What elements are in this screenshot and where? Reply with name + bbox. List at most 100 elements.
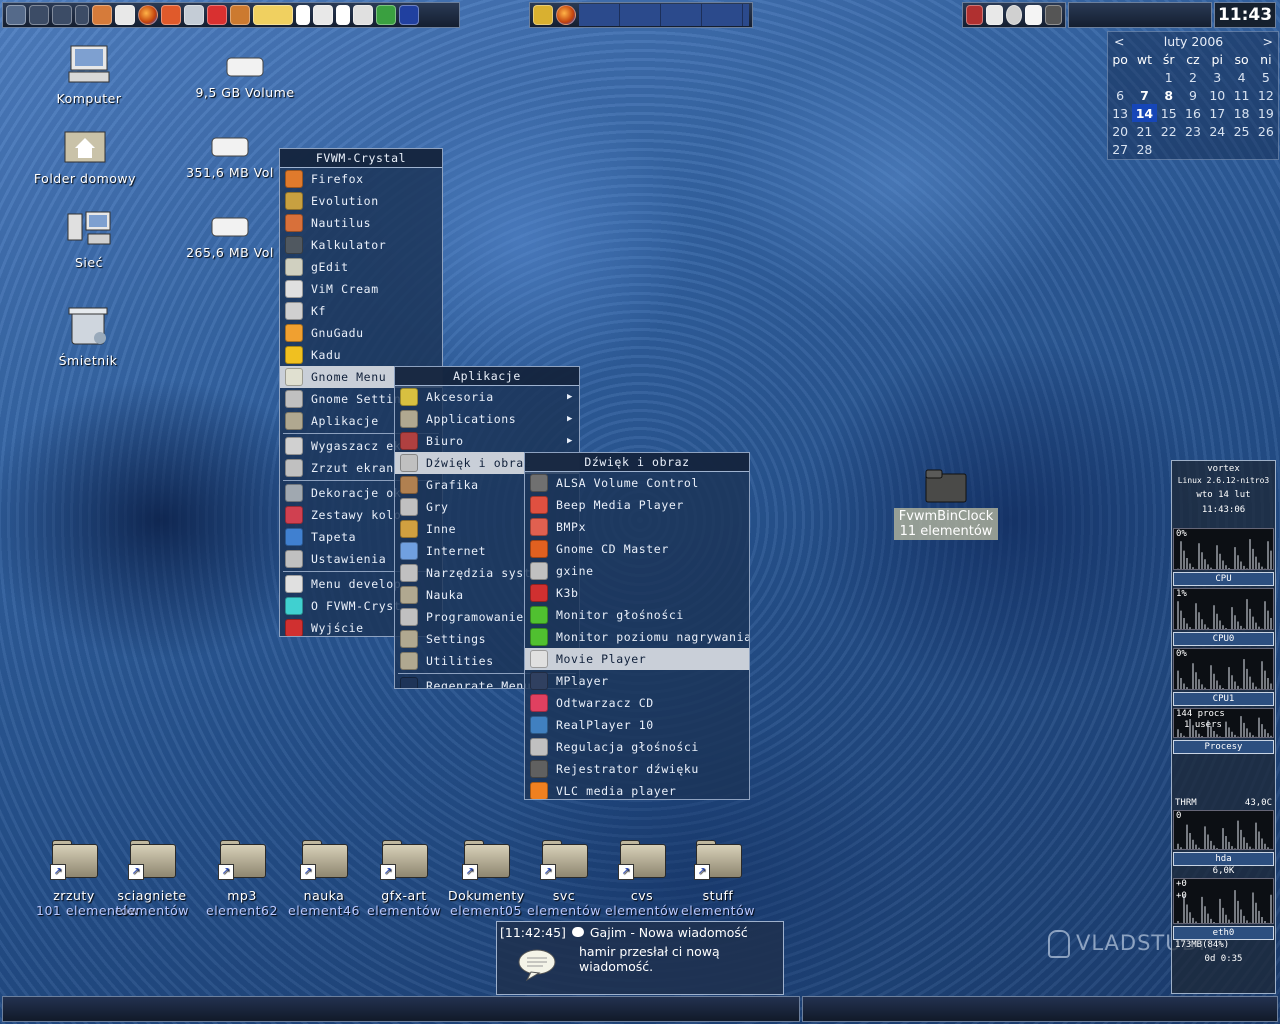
dropdown-icon[interactable] <box>296 5 310 25</box>
dock-folder[interactable]: ↗ cvs elementów <box>604 838 680 918</box>
play-icon[interactable] <box>75 5 89 25</box>
record-icon[interactable] <box>313 5 333 25</box>
calendar-day[interactable]: 14 <box>1132 104 1157 122</box>
desktop-icon-volume-1[interactable]: 9,5 GB Volume <box>190 56 300 100</box>
bottom-taskbar-right[interactable] <box>802 996 1278 1022</box>
desktop-icon-trash[interactable]: Śmietnik <box>50 304 126 368</box>
menu-item[interactable]: Nautilus <box>280 212 442 234</box>
dock-folder[interactable]: ↗ mp3 element62 <box>204 838 280 918</box>
desktop-icon-volume-2[interactable]: 351,6 MB Vol <box>182 136 278 180</box>
calendar-day[interactable]: 15 <box>1157 104 1181 122</box>
menu-item[interactable]: K3b <box>525 582 749 604</box>
menu-item[interactable]: Firefox <box>280 168 442 190</box>
ekiga-icon[interactable] <box>399 5 419 25</box>
desktop-icon-fvwmbinclock[interactable]: FvwmBinClock 11 elementów <box>894 466 998 540</box>
calendar-day[interactable]: 26 <box>1254 122 1278 140</box>
calendar-day[interactable]: 6 <box>1108 86 1132 104</box>
menu-item[interactable]: BMPx <box>525 516 749 538</box>
firefox-icon[interactable] <box>138 5 158 25</box>
envelope-icon[interactable] <box>1025 5 1043 25</box>
menu-item[interactable]: Biuro ▶ <box>395 430 579 452</box>
calendar-prev-button[interactable]: < <box>1114 34 1124 50</box>
menu-item[interactable]: Kalkulator <box>280 234 442 256</box>
calendar-day[interactable]: 3 <box>1205 68 1229 86</box>
bee-icon[interactable] <box>533 5 553 25</box>
menu-item[interactable]: VLC media player <box>525 780 749 799</box>
desktop-icon-home[interactable]: Folder domowy <box>30 126 140 186</box>
mail-icon[interactable] <box>985 5 1003 25</box>
menu-item[interactable]: Monitor poziomu nagrywania <box>525 626 749 648</box>
clock-app-icon[interactable] <box>353 5 373 25</box>
dock-folder[interactable]: ↗ stuff elementów <box>680 838 756 918</box>
desktop-icon-network[interactable]: Sieć <box>54 210 124 270</box>
bottom-taskbar-left[interactable] <box>2 996 800 1022</box>
menu-item[interactable]: RealPlayer 10 <box>525 714 749 736</box>
calendar-day[interactable]: 11 <box>1229 86 1253 104</box>
firefox-icon[interactable] <box>556 5 576 25</box>
penguin-icon[interactable] <box>1045 5 1062 25</box>
dock-folder[interactable]: ↗ sciagniete elementów <box>114 838 190 918</box>
k3b-icon[interactable] <box>207 5 227 25</box>
calendar-day[interactable]: 8 <box>1157 86 1181 104</box>
menu-item[interactable]: Movie Player <box>525 648 749 670</box>
office-icon[interactable] <box>161 5 181 25</box>
menu-item[interactable]: Odtwarzacz CD <box>525 692 749 714</box>
dock-folder[interactable]: ↗ gfx-art elementów <box>366 838 442 918</box>
desktop-icon-computer[interactable]: Komputer <box>54 44 124 106</box>
menu-item[interactable]: MPlayer <box>525 670 749 692</box>
calendar-day[interactable]: 7 <box>1132 86 1156 104</box>
gajim-notification[interactable]: [11:42:45] Gajim - Nowa wiadomość hamir … <box>496 921 784 995</box>
gaim-icon[interactable] <box>376 5 396 25</box>
menu-item[interactable]: Kf <box>280 300 442 322</box>
dock-folder[interactable]: ↗ svc elementów <box>526 838 602 918</box>
calendar-day[interactable]: 13 <box>1108 104 1132 122</box>
dock-folder[interactable]: ↗ Dokumenty element05 <box>448 838 524 918</box>
calendar-day[interactable]: 18 <box>1229 104 1253 122</box>
calendar-next-button[interactable]: > <box>1263 34 1273 50</box>
menu-item[interactable]: Kadu <box>280 344 442 366</box>
dropdown-icon[interactable] <box>336 5 350 25</box>
spider-icon[interactable] <box>966 5 983 25</box>
document-icon[interactable] <box>184 5 204 25</box>
calendar-day[interactable]: 27 <box>1108 140 1132 158</box>
calendar-day[interactable]: 2 <box>1181 68 1205 86</box>
calendar-day[interactable]: 5 <box>1254 68 1278 86</box>
menu-item[interactable]: Rejestrator dźwięku <box>525 758 749 780</box>
menu-item[interactable]: Applications ▶ <box>395 408 579 430</box>
menu-item[interactable]: Regulacja głośności <box>525 736 749 758</box>
calendar-day[interactable]: 24 <box>1205 122 1229 140</box>
calendar-day[interactable]: 16 <box>1181 104 1205 122</box>
calendar-day[interactable]: 19 <box>1254 104 1278 122</box>
menu-item[interactable]: Evolution <box>280 190 442 212</box>
calendar-day[interactable]: 21 <box>1132 122 1156 140</box>
menu-item[interactable]: Gnome CD Master <box>525 538 749 560</box>
keys-icon[interactable] <box>253 5 293 25</box>
dock-folder[interactable]: ↗ nauka element46 <box>286 838 362 918</box>
dock-folder[interactable]: ↗ zrzuty 101 elementów <box>36 838 139 918</box>
menu-item[interactable]: GnuGadu <box>280 322 442 344</box>
menu-item[interactable]: Akcesoria ▶ <box>395 386 579 408</box>
fvwm-logo-icon[interactable] <box>6 5 26 25</box>
calendar-day[interactable]: 1 <box>1157 68 1181 86</box>
menu-item[interactable]: Beep Media Player <box>525 494 749 516</box>
calendar-day[interactable]: 25 <box>1229 122 1253 140</box>
menu-item[interactable]: gEdit <box>280 256 442 278</box>
calendar-day[interactable]: 9 <box>1181 86 1205 104</box>
gimp-icon[interactable] <box>230 5 250 25</box>
calendar-day[interactable]: 22 <box>1157 122 1181 140</box>
nautilus-icon[interactable] <box>92 5 112 25</box>
calendar-day[interactable]: 4 <box>1229 68 1253 86</box>
calendar-day[interactable]: 10 <box>1205 86 1229 104</box>
calendar-day[interactable]: 17 <box>1205 104 1229 122</box>
calendar-day[interactable]: 12 <box>1254 86 1278 104</box>
menu-item[interactable]: ViM Cream <box>280 278 442 300</box>
calendar-day[interactable]: 28 <box>1132 140 1156 158</box>
terminal-icon[interactable] <box>115 5 135 25</box>
fast-forward-icon[interactable] <box>52 5 72 25</box>
menu-item[interactable]: gxine <box>525 560 749 582</box>
network-icon[interactable] <box>1005 5 1023 25</box>
desktop-icon-volume-3[interactable]: 265,6 MB Vol <box>182 216 278 260</box>
menu-item[interactable]: Monitor głośności <box>525 604 749 626</box>
pager[interactable] <box>579 4 749 26</box>
calendar-day[interactable]: 20 <box>1108 122 1132 140</box>
